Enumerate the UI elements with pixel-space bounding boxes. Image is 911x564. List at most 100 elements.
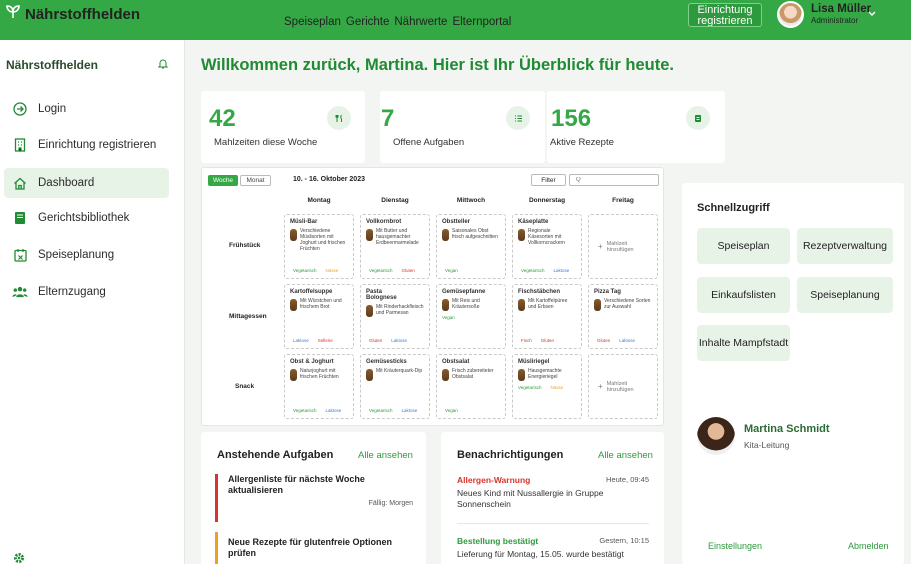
task-item[interactable]: Neue Rezepte für glutenfreie Optionen pr… — [215, 532, 413, 564]
tab-month[interactable]: Monat — [240, 175, 271, 186]
meal-tag: Nüsse — [325, 268, 339, 273]
register-facility-button[interactable]: Einrichtung registrieren — [688, 3, 762, 27]
sidebar-item-library[interactable]: Gerichtsbibliothek — [4, 203, 169, 233]
avatar[interactable] — [777, 1, 804, 28]
meal-tag: Vegetarisch — [521, 268, 545, 273]
meal-cell[interactable]: Müsliriegel Hausgemachte Energieriegel V… — [512, 354, 582, 419]
quick-planning-button[interactable]: Speiseplanung — [797, 277, 893, 313]
add-meal-button[interactable]: + Mahlzeit hinzufügen — [588, 354, 658, 419]
meal-description: Mit Kräuterquark-Dip — [376, 368, 423, 374]
meal-cell[interactable]: Gemüsesticks Mit Kräuterquark-Dip Vegeta… — [360, 354, 430, 419]
notification-time: Gestern, 10:15 — [599, 536, 649, 545]
notification-item[interactable]: Bestellung bestätigt Gestern, 10:15 Lief… — [457, 536, 649, 560]
topnav-gerichte[interactable]: Gerichte — [346, 16, 389, 28]
quick-recipes-button[interactable]: Rezeptverwaltung — [797, 228, 893, 264]
week-range: 10. - 16. Oktober 2023 — [293, 176, 365, 183]
sidebar-item-register[interactable]: Einrichtung registrieren — [4, 130, 169, 160]
meal-tag: Vegetarisch — [293, 268, 317, 273]
stat-value: 7 — [381, 105, 395, 132]
chevron-down-icon[interactable] — [868, 9, 876, 19]
sidebar-item-label: Speiseplanung — [38, 249, 115, 261]
meal-cell[interactable]: Käseplatte Regionale Käsesorten mit Voll… — [512, 214, 582, 279]
meal-title: Pasta Bolognese — [366, 289, 397, 301]
quick-shopping-button[interactable]: Einkaufslisten — [697, 277, 790, 313]
calendar-icon — [12, 247, 28, 263]
meal-cell[interactable]: Obstteller Saisonales Obst frisch aufges… — [436, 214, 506, 279]
sidebar-item-dashboard[interactable]: Dashboard — [4, 168, 169, 198]
meal-cell[interactable]: Kartoffelsuppe Mit Würstchen und frische… — [284, 284, 354, 349]
meal-tag: Vegan — [445, 408, 458, 413]
gear-icon[interactable] — [12, 551, 26, 564]
quick-content-button[interactable]: Inhalte Mampfstadt — [697, 325, 790, 361]
add-meal-label: Mahlzeit hinzufügen — [606, 380, 634, 393]
meal-tag: Laktose — [293, 338, 309, 343]
settings-link[interactable]: Einstellungen — [708, 541, 762, 551]
sidebar-item-label: Elternzugang — [38, 286, 106, 298]
list-icon — [506, 106, 530, 130]
stat-card-recipes: 156 Aktive Rezepte — [547, 91, 725, 163]
user-menu[interactable]: Lisa Müller Administrator — [811, 3, 871, 25]
food-thumbnail — [366, 369, 373, 381]
sidebar-item-label: Login — [38, 103, 67, 115]
sidebar-item-login[interactable]: Login — [4, 94, 169, 124]
day-header: Mittwoch — [456, 197, 486, 204]
task-item[interactable]: Allergenliste für nächste Woche aktualis… — [215, 474, 413, 522]
meal-cell[interactable]: Pizza Tag Verschiedene Sorten zur Auswah… — [588, 284, 658, 349]
topnav-naehrwerte[interactable]: Nährwerte — [394, 16, 447, 28]
task-due: Fällig: Morgen — [368, 500, 413, 507]
tasks-view-all-link[interactable]: Alle ansehen — [358, 450, 413, 461]
notifications-view-all-link[interactable]: Alle ansehen — [598, 450, 653, 461]
meal-description: Mit Butter und hausgemachter Erdbeermarm… — [376, 228, 419, 246]
divider — [457, 523, 649, 524]
meal-title: Obst & Joghurt — [290, 359, 334, 365]
plan-search-input[interactable] — [569, 174, 659, 186]
meal-cell[interactable]: Fischstäbchen Mit Kartoffelpüree und Erb… — [512, 284, 582, 349]
tab-week[interactable]: Woche — [208, 175, 238, 186]
recipe-icon — [686, 106, 710, 130]
meal-tag: Vegetarisch — [369, 268, 393, 273]
add-meal-label: Mahlzeit hinzufügen — [606, 240, 634, 253]
meal-cell[interactable]: Vollkornbrot Mit Butter und hausgemachte… — [360, 214, 430, 279]
meal-title: Müsli-Bar — [290, 219, 318, 225]
meal-tag: Laktose — [553, 268, 570, 273]
profile-avatar — [697, 417, 735, 455]
profile-name: Martina Schmidt — [744, 423, 830, 435]
notification-item[interactable]: Allergen-Warnung Heute, 09:45 Neues Kind… — [457, 475, 649, 510]
meal-label: Mittagessen — [229, 313, 267, 320]
stat-label: Offene Aufgaben — [393, 137, 465, 148]
topnav-speiseplan[interactable]: Speiseplan — [284, 16, 341, 28]
bell-icon[interactable] — [157, 58, 169, 72]
sidebar-item-planning[interactable]: Speiseplanung — [4, 240, 169, 270]
logout-link[interactable]: Abmelden — [848, 541, 889, 551]
topnav-elternportal[interactable]: Elternportal — [452, 16, 511, 28]
meal-tag: Laktose — [391, 338, 408, 343]
meal-title: Obstsalat — [442, 359, 470, 365]
meal-title: Obstteller — [442, 219, 471, 225]
meal-description: Saisonales Obst frisch aufgeschnitten — [452, 228, 498, 240]
sidebar-item-parents[interactable]: Elternzugang — [4, 277, 169, 307]
meal-cell[interactable]: Pasta Bolognese Mit Rinderhackfleisch un… — [360, 284, 430, 349]
meal-title: Pizza Tag — [594, 289, 621, 295]
meal-description: Mit Rinderhackfleisch und Parmesan — [376, 304, 424, 316]
meal-tag: Gluten — [597, 338, 611, 343]
meal-title: Gemüsepfanne — [442, 289, 486, 295]
brand[interactable]: Nährstoffhelden — [6, 5, 140, 23]
utensils-icon — [327, 106, 351, 130]
meal-tag: Vegetarisch — [369, 408, 393, 413]
meal-cell[interactable]: Müsli-Bar Verschiedene Müslisorten mit J… — [284, 214, 354, 279]
filter-button[interactable]: Filter — [531, 174, 566, 186]
meal-tag: Laktose — [325, 408, 342, 413]
food-thumbnail — [442, 299, 449, 311]
meal-cell[interactable]: Obstsalat Frisch zubereiteter Obstsalat … — [436, 354, 506, 419]
task-title: Allergenliste für nächste Woche aktualis… — [228, 474, 365, 495]
meal-cell[interactable]: Gemüsepfanne Mit Reis und Kräutersoße Ve… — [436, 284, 506, 349]
day-header: Freitag — [612, 197, 634, 204]
meal-cell[interactable]: Obst & Joghurt Naturjoghurt mit frischen… — [284, 354, 354, 419]
meal-description: Mit Kartoffelpüree und Erbsen — [528, 298, 568, 310]
stat-label: Aktive Rezepte — [550, 137, 614, 148]
day-header: Montag — [307, 197, 331, 204]
quick-speiseplan-button[interactable]: Speiseplan — [697, 228, 790, 264]
meal-title: Kartoffelsuppe — [290, 289, 333, 295]
add-meal-button[interactable]: + Mahlzeit hinzufügen — [588, 214, 658, 279]
meal-title: Vollkornbrot — [366, 219, 402, 225]
